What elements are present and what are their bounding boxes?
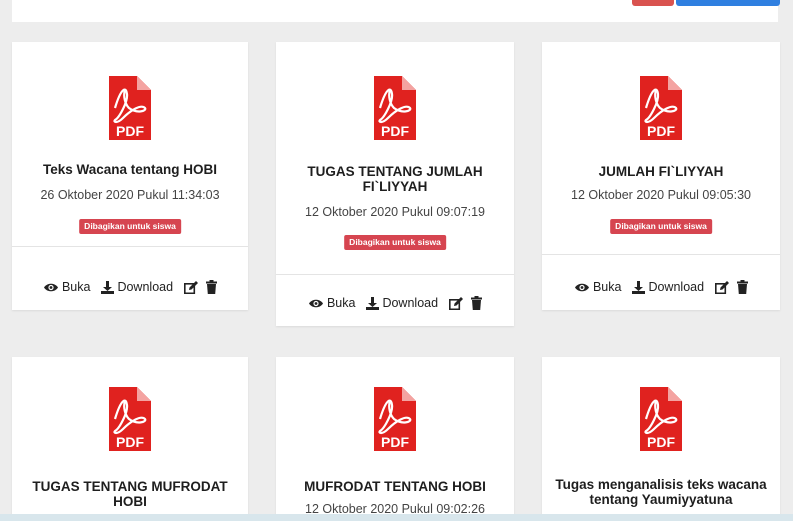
download-button[interactable]: Download	[366, 296, 438, 310]
open-button[interactable]: Buka	[43, 280, 91, 294]
card-title: TUGAS TENTANG JUMLAH FI`LIYYAH	[307, 164, 483, 194]
file-card: PDF TUGAS TENTANG JUMLAH FI`LIYYAH 12 Ok…	[276, 42, 514, 326]
open-label: Buka	[592, 280, 622, 294]
card-title: Teks Wacana tentang HOBI	[42, 162, 218, 177]
open-label: Buka	[326, 296, 356, 310]
bottom-scroll-strip	[0, 514, 793, 521]
card-title: Tugas menganalisis teks wacana tentang Y…	[555, 477, 767, 507]
card-title: JUMLAH FI`LIYYAH	[598, 164, 724, 179]
edit-icon	[715, 280, 730, 294]
svg-text:PDF: PDF	[116, 123, 144, 139]
file-card: PDF Teks Wacana tentang HOBI 26 Oktober …	[12, 42, 248, 310]
card-divider	[276, 274, 514, 275]
pdf-file-icon: PDF	[372, 74, 418, 142]
svg-text:PDF: PDF	[381, 434, 409, 450]
download-button[interactable]: Download	[632, 280, 704, 294]
card-date: 12 Oktober 2020 Pukul 09:05:30	[571, 188, 751, 202]
card-date: 12 Oktober 2020 Pukul 09:07:19	[305, 205, 485, 219]
card-title: MUFRODAT TENTANG HOBI	[304, 479, 486, 494]
open-button[interactable]: Buka	[308, 296, 356, 310]
pdf-file-icon: PDF	[372, 385, 418, 453]
svg-text:PDF: PDF	[381, 123, 409, 139]
edit-icon	[449, 296, 464, 310]
card-actions: Buka Download	[542, 278, 780, 296]
svg-text:PDF: PDF	[647, 434, 675, 450]
card-divider	[12, 246, 248, 247]
pdf-file-icon: PDF	[638, 385, 684, 453]
file-card: PDF MUFRODAT TENTANG HOBI 12 Oktober 202…	[276, 357, 514, 521]
open-button[interactable]: Buka	[574, 280, 622, 294]
card-date: 26 Oktober 2020 Pukul 11:34:03	[40, 188, 220, 202]
edit-button[interactable]	[449, 296, 464, 310]
edit-button[interactable]	[715, 280, 730, 294]
card-actions: Buka Download	[276, 294, 514, 312]
eye-icon	[43, 283, 58, 291]
edit-button[interactable]	[184, 280, 199, 294]
download-label: Download	[382, 296, 439, 310]
pdf-file-icon: PDF	[107, 385, 153, 453]
download-label: Download	[648, 280, 705, 294]
top-red-button[interactable]	[632, 0, 674, 6]
download-icon	[366, 296, 380, 310]
card-actions: Buka Download	[12, 278, 248, 296]
shared-badge: Dibagikan untuk siswa	[79, 219, 181, 234]
download-button[interactable]: Download	[101, 280, 173, 294]
top-toolbar	[12, 0, 780, 22]
download-icon	[632, 280, 646, 294]
svg-text:PDF: PDF	[647, 123, 675, 139]
svg-text:PDF: PDF	[116, 434, 144, 450]
delete-button[interactable]	[471, 296, 483, 310]
shared-badge: Dibagikan untuk siswa	[344, 235, 446, 250]
trash-icon	[471, 296, 483, 310]
pdf-file-icon: PDF	[638, 74, 684, 142]
file-card: PDF Tugas menganalisis teks wacana tenta…	[542, 357, 780, 521]
delete-button[interactable]	[206, 280, 218, 294]
eye-icon	[308, 299, 323, 307]
file-card: PDF TUGAS TENTANG MUFRODAT HOBI	[12, 357, 248, 521]
delete-button[interactable]	[737, 280, 749, 294]
file-card: PDF JUMLAH FI`LIYYAH 12 Oktober 2020 Puk…	[542, 42, 780, 310]
shared-badge: Dibagikan untuk siswa	[610, 219, 712, 234]
open-label: Buka	[61, 280, 91, 294]
trash-icon	[206, 280, 218, 294]
download-label: Download	[117, 280, 174, 294]
card-title: TUGAS TENTANG MUFRODAT HOBI	[32, 479, 228, 509]
pdf-file-icon: PDF	[107, 74, 153, 142]
top-blue-button[interactable]	[676, 0, 780, 6]
download-icon	[101, 280, 115, 294]
card-divider	[542, 254, 780, 255]
trash-icon	[737, 280, 749, 294]
eye-icon	[574, 283, 589, 291]
edit-icon	[184, 280, 199, 294]
